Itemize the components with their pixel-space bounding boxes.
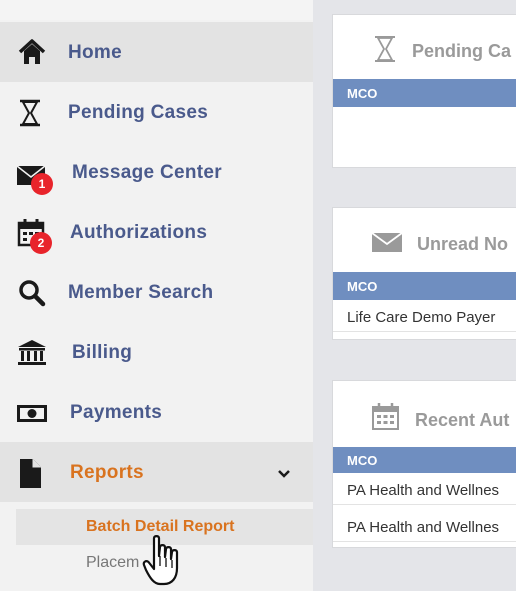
- sidebar-top-strip: [0, 0, 313, 20]
- hourglass-icon: [16, 98, 48, 128]
- sidebar-item-message-center[interactable]: 1 Message Center: [0, 142, 313, 202]
- sidebar-item-label: Payments: [70, 402, 163, 423]
- search-icon: [16, 278, 48, 308]
- pending-auth-badge: 2: [30, 232, 52, 254]
- money-bill-icon: [16, 398, 48, 428]
- sidebar-item-label: Billing: [72, 342, 133, 363]
- mco-cell: PA Health and Wellnes: [347, 519, 500, 536]
- table-header: MCO: [333, 447, 516, 473]
- sidebar-item-reports[interactable]: Reports: [0, 442, 313, 502]
- mco-cell: PA Health and Wellnes: [347, 482, 500, 499]
- submenu-item-label: Placem: [86, 554, 140, 571]
- column-header-mco[interactable]: MCO: [347, 279, 377, 294]
- card-title: Pending Ca: [412, 41, 512, 61]
- table-header: MCO: [333, 79, 516, 107]
- sidebar-item-billing[interactable]: Billing: [0, 322, 313, 382]
- sidebar-item-label: Home: [68, 42, 122, 63]
- table-row[interactable]: PA Health and Wellnes: [333, 475, 516, 505]
- sidebar-item-label: Pending Cases: [68, 102, 209, 123]
- sidebar-item-payments[interactable]: Payments: [0, 382, 313, 442]
- column-header-mco[interactable]: MCO: [347, 86, 377, 101]
- table-row[interactable]: Life Care Demo Payer: [333, 302, 516, 332]
- sidebar-item-home[interactable]: Home: [0, 22, 313, 82]
- card-title: Recent Aut: [415, 410, 510, 430]
- hourglass-icon: [373, 35, 399, 68]
- unread-notifications-card: Unread No MCO Life Care Demo Payer: [332, 207, 516, 340]
- sidebar-item-label: Authorizations: [70, 222, 208, 243]
- pending-cases-card: Pending Ca MCO: [332, 14, 516, 168]
- table-header: MCO: [333, 272, 516, 300]
- hand-pointer-cursor: [142, 534, 186, 588]
- mco-cell: Life Care Demo Payer: [347, 309, 496, 326]
- calendar-icon: [371, 402, 401, 437]
- chevron-down-icon[interactable]: [277, 466, 291, 478]
- bank-icon: [16, 338, 48, 368]
- column-header-mco[interactable]: MCO: [347, 453, 377, 468]
- sidebar-item-pending-cases[interactable]: Pending Cases: [0, 82, 313, 142]
- recent-authorizations-card: Recent Aut MCO PA Health and Wellnes PA …: [332, 380, 516, 548]
- sidebar-item-label: Member Search: [68, 282, 214, 303]
- sidebar-item-label: Reports: [70, 462, 144, 483]
- unread-count-badge: 1: [31, 173, 53, 195]
- document-icon: [16, 458, 48, 488]
- envelope-icon: [371, 230, 403, 259]
- card-title: Unread No: [417, 234, 509, 254]
- home-icon: [16, 38, 48, 68]
- table-row[interactable]: PA Health and Wellnes: [333, 512, 516, 542]
- sidebar-item-member-search[interactable]: Member Search: [0, 262, 313, 322]
- sidebar-item-label: Message Center: [72, 162, 222, 183]
- sidebar-nav: Home Pending Cases 1 Message Center 2 Au…: [0, 0, 313, 591]
- sidebar-item-authorizations[interactable]: 2 Authorizations: [0, 202, 313, 262]
